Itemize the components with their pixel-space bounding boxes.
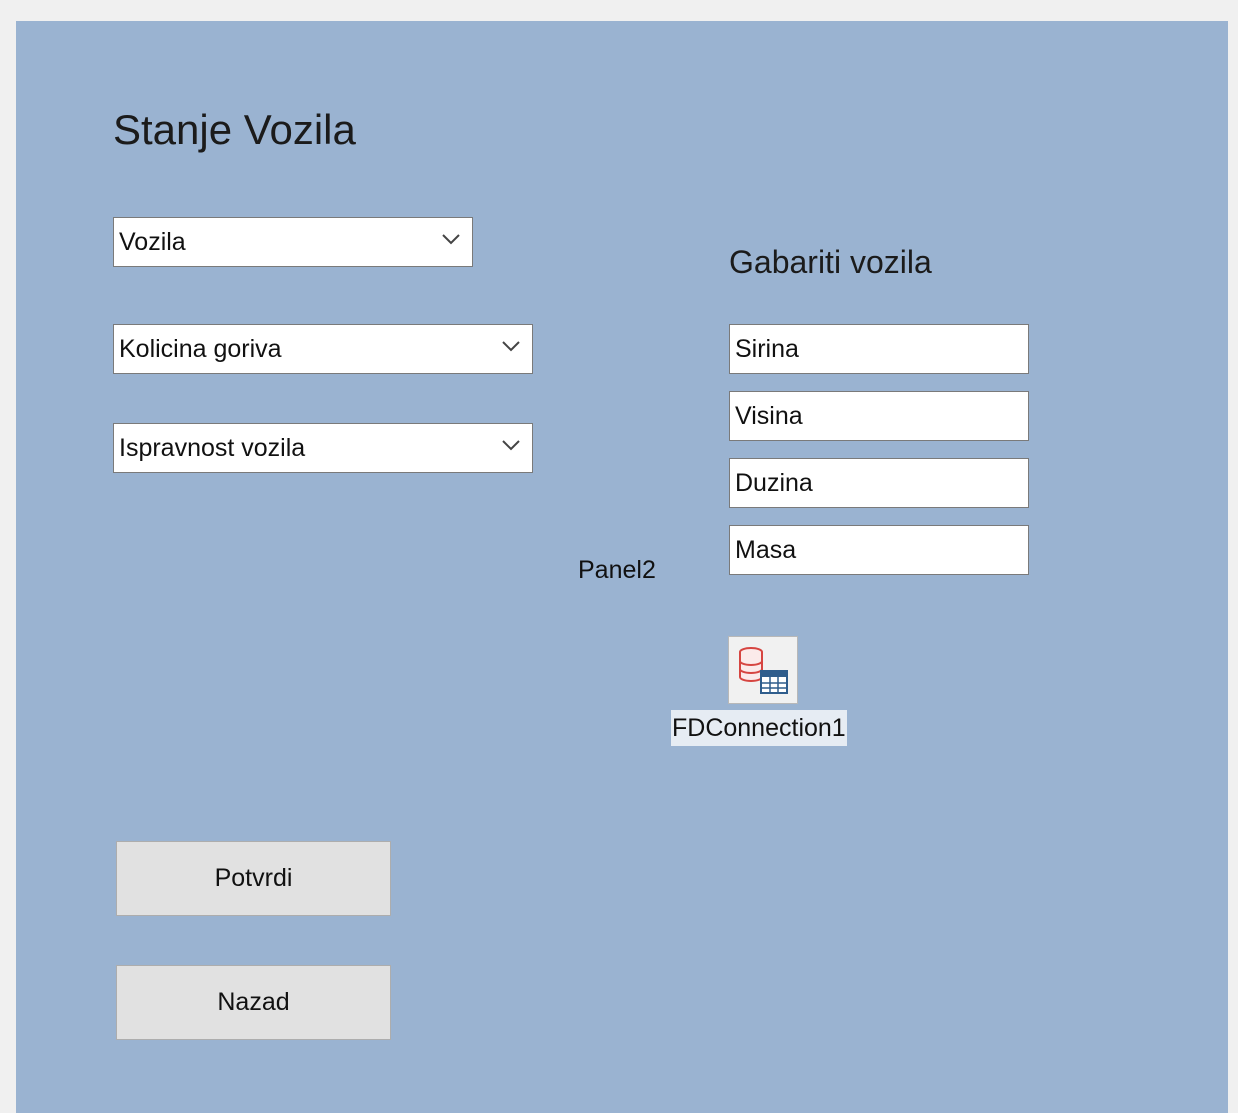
- chevron-down-icon[interactable]: [500, 335, 522, 357]
- length-field-value: Duzina: [735, 469, 813, 497]
- vehicle-combo[interactable]: Vozila: [113, 217, 473, 267]
- confirm-button[interactable]: Potvrdi: [116, 841, 391, 916]
- vehicle-combo-value: Vozila: [119, 228, 186, 256]
- width-field[interactable]: Sirina: [729, 324, 1029, 374]
- chevron-down-icon[interactable]: [500, 434, 522, 456]
- form-title: Stanje Vozila: [113, 106, 356, 153]
- mass-field-value: Masa: [735, 536, 797, 564]
- database-connection-icon[interactable]: [728, 636, 798, 704]
- component-label: FDConnection1: [671, 710, 847, 746]
- fuel-amount-combo[interactable]: Kolicina goriva: [113, 324, 533, 374]
- chevron-down-icon[interactable]: [440, 228, 462, 250]
- dimensions-title: Gabariti vozila: [729, 244, 932, 280]
- vehicle-condition-combo-value: Ispravnost vozila: [119, 434, 306, 462]
- vehicle-condition-combo[interactable]: Ispravnost vozila: [113, 423, 533, 473]
- panel-caption: Panel2: [578, 556, 656, 584]
- length-field[interactable]: Duzina: [729, 458, 1029, 508]
- width-field-value: Sirina: [735, 335, 799, 363]
- height-field[interactable]: Visina: [729, 391, 1029, 441]
- back-button[interactable]: Nazad: [116, 965, 391, 1040]
- mass-field[interactable]: Masa: [729, 525, 1029, 575]
- fuel-amount-combo-value: Kolicina goriva: [119, 335, 282, 363]
- height-field-value: Visina: [735, 402, 803, 430]
